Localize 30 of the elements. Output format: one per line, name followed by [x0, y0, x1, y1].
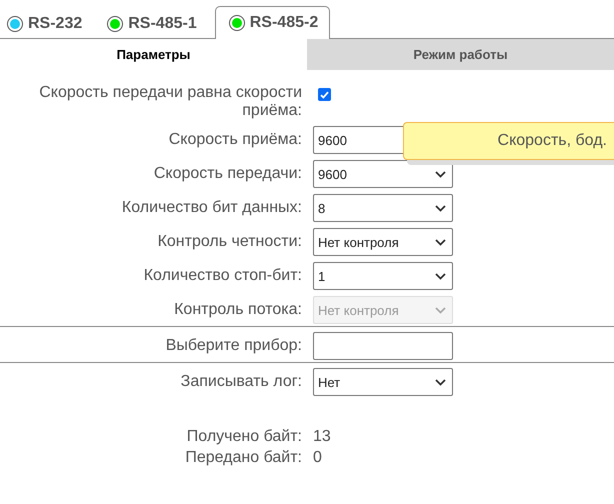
dropdown[interactable]: 8 — [313, 194, 453, 222]
port-tab[interactable]: RS-232 — [0, 7, 94, 39]
counter-label: Получено байт: — [186, 427, 302, 447]
field-label: Контроль четности: — [156, 233, 302, 251]
port-tab[interactable]: RS-485-2 — [214, 6, 330, 39]
field-label: Скорость приёма: — [168, 131, 302, 149]
checkbox[interactable] — [318, 88, 331, 101]
dropdown[interactable]: 1 — [313, 262, 453, 290]
caret-icon — [435, 272, 446, 280]
field-label: Записывать лог: — [180, 373, 302, 391]
caret-icon — [435, 170, 446, 178]
caret-icon — [435, 306, 446, 314]
field-label: Контроль потока: — [173, 301, 302, 319]
dropdown[interactable]: Нет — [313, 368, 453, 396]
counter-label: Передано байт: — [184, 448, 302, 468]
field-label: Количество стоп-бит: — [142, 267, 302, 285]
dropdown[interactable]: Нет контроля — [313, 228, 453, 256]
field-label: Выберите прибор: — [164, 337, 302, 355]
field-label: Количество бит данных: — [120, 199, 302, 217]
field-label: Скорость передачи равна скорости приёма: — [38, 84, 302, 120]
caret-icon — [435, 378, 446, 386]
caret-icon — [435, 204, 446, 212]
counter-value: 13 — [313, 427, 331, 447]
input-field[interactable] — [313, 332, 453, 360]
caret-icon — [435, 238, 446, 246]
dropdown[interactable]: 9600 — [313, 160, 453, 188]
field-label: Скорость передачи: — [152, 165, 302, 183]
counter-value: 0 — [313, 448, 322, 468]
section-tab[interactable]: Режим работы — [307, 39, 614, 70]
port-tab[interactable]: RS-485-1 — [100, 7, 209, 39]
